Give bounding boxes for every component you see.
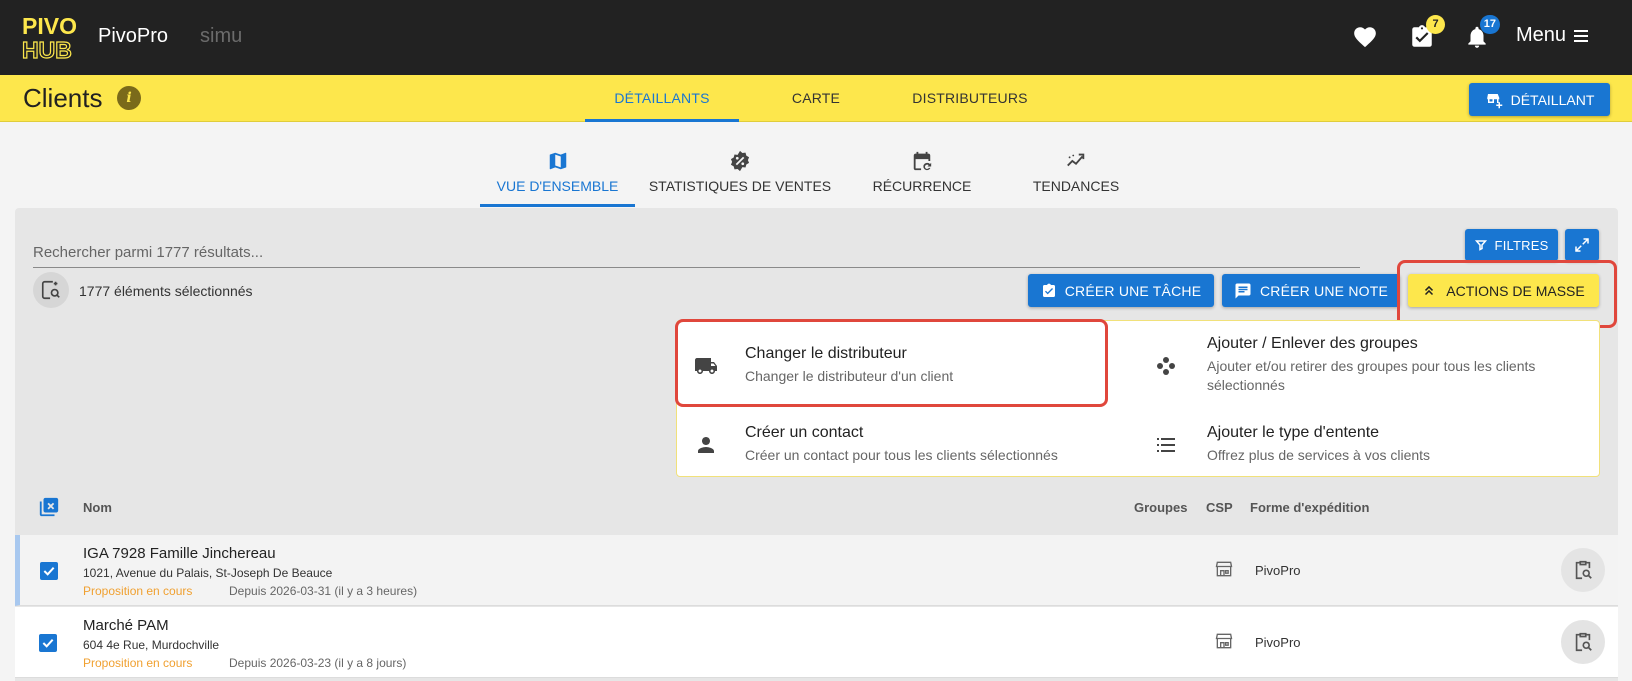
info-icon[interactable]: i bbox=[117, 86, 141, 110]
select-search-icon bbox=[41, 280, 60, 300]
subtab-label: TENDANCES bbox=[1032, 178, 1120, 194]
row-address: 1021, Avenue du Palais, St-Joseph De Bea… bbox=[83, 566, 333, 580]
page-title: Clients bbox=[23, 83, 103, 113]
filter-icon bbox=[1474, 240, 1487, 251]
table-row[interactable]: Marché PAM 604 4e Rue, Murdochville Prop… bbox=[15, 607, 1618, 678]
menu-label: Menu bbox=[1516, 24, 1567, 46]
column-header-name[interactable]: Nom bbox=[83, 500, 112, 515]
row-shipping: PivoPro bbox=[1255, 563, 1301, 578]
truck-icon bbox=[695, 358, 717, 374]
list-icon bbox=[1157, 438, 1175, 452]
chevron-double-up-icon bbox=[1425, 285, 1434, 295]
row-checkbox[interactable] bbox=[40, 562, 58, 580]
hamburger-icon bbox=[1574, 29, 1589, 42]
app-name[interactable]: PivoPro bbox=[98, 25, 168, 48]
calendar-refresh-icon bbox=[913, 151, 932, 171]
checkbox-multiple-x-icon bbox=[39, 497, 59, 517]
heart-icon[interactable] bbox=[1352, 24, 1378, 50]
row-status: Proposition en cours bbox=[83, 656, 193, 670]
column-header-groups[interactable]: Groupes bbox=[1134, 500, 1187, 515]
selected-count-text: 1777 éléments sélectionnés bbox=[79, 283, 253, 299]
clipboard-search-icon bbox=[1575, 632, 1592, 652]
filters-label: FILTRES bbox=[1494, 237, 1549, 253]
tasks-badge: 7 bbox=[1426, 15, 1445, 34]
row-checkbox[interactable] bbox=[39, 634, 57, 652]
mass-actions-menu: Changer le distributeur Changer le distr… bbox=[676, 320, 1600, 477]
subtab-recurrence[interactable]: RÉCURRENCE bbox=[862, 145, 982, 207]
row-status: Proposition en cours bbox=[83, 584, 193, 598]
tasks-button[interactable]: 7 bbox=[1409, 15, 1445, 50]
add-detaillant-label: DÉTAILLANT bbox=[1510, 91, 1595, 108]
add-detaillant-button[interactable]: DÉTAILLANT bbox=[1469, 83, 1610, 116]
check-icon bbox=[42, 638, 54, 648]
create-note-label: CRÉER UNE NOTE bbox=[1259, 282, 1389, 299]
store-plus-icon bbox=[1486, 93, 1502, 108]
filters-button[interactable]: FILTRES bbox=[1465, 229, 1558, 261]
group-dots-icon bbox=[1157, 357, 1175, 375]
subtab-statistiques[interactable]: STATISTIQUES DE VENTES bbox=[646, 145, 834, 207]
map-icon bbox=[549, 152, 566, 170]
check-icon bbox=[43, 566, 55, 576]
row-shipping: PivoPro bbox=[1255, 635, 1301, 650]
create-task-label: CRÉER UNE TÂCHE bbox=[1064, 282, 1202, 299]
column-header-csp[interactable]: CSP bbox=[1206, 500, 1233, 515]
environment-label: simu bbox=[200, 25, 243, 47]
svg-text:PIVO: PIVO bbox=[22, 13, 77, 39]
row-since: Depuis 2026-03-31 (il y a 3 heures) bbox=[229, 584, 418, 598]
menu-button[interactable]: Menu bbox=[1516, 24, 1592, 47]
subtab-label: VUE D'ENSEMBLE bbox=[496, 178, 619, 194]
row-address: 604 4e Rue, Murdochville bbox=[83, 638, 220, 652]
menu-item-title: Ajouter / Enlever des groupes bbox=[1207, 335, 1418, 352]
mass-actions-label: ACTIONS DE MASSE bbox=[1446, 282, 1585, 299]
trend-icon bbox=[1067, 153, 1085, 167]
page-header: Clients i DÉTAILLANTS CARTE DISTRIBUTEUR… bbox=[0, 75, 1632, 122]
row-since: Depuis 2026-03-23 (il y a 8 jours) bbox=[229, 656, 407, 670]
menu-item-subtitle: Créer un contact pour tous les clients s… bbox=[745, 447, 1058, 463]
menu-item-title: Créer un contact bbox=[745, 424, 864, 441]
menu-item-title: Changer le distributeur bbox=[745, 345, 907, 362]
subtab-vue-ensemble[interactable]: VUE D'ENSEMBLE bbox=[480, 145, 635, 207]
search-input[interactable] bbox=[33, 238, 1360, 268]
notifications-badge: 17 bbox=[1479, 15, 1500, 34]
menu-item-subtitle: Ajouter et/ou retirer des groupes pour t… bbox=[1207, 358, 1536, 393]
person-icon bbox=[698, 437, 714, 453]
deselect-all-checkbox[interactable] bbox=[38, 496, 60, 518]
pivohub-logo[interactable]: PIVO HUB bbox=[22, 12, 82, 62]
percent-badge-icon bbox=[730, 150, 750, 172]
note-icon bbox=[1235, 283, 1251, 298]
top-bar: PIVO HUB PivoPro simu 7 17 Menu bbox=[0, 0, 1632, 75]
store-icon bbox=[1215, 561, 1233, 577]
subtab-label: STATISTIQUES DE VENTES bbox=[648, 178, 832, 194]
expand-icon bbox=[1575, 238, 1589, 252]
tab-detaillants[interactable]: DÉTAILLANTS bbox=[585, 75, 739, 122]
notifications-button[interactable]: 17 bbox=[1464, 15, 1500, 50]
clipboard-search-icon bbox=[1575, 560, 1592, 580]
store-icon bbox=[1215, 633, 1233, 649]
row-view-button[interactable] bbox=[1561, 620, 1605, 664]
fullscreen-button[interactable] bbox=[1565, 229, 1599, 261]
tab-carte[interactable]: CARTE bbox=[772, 75, 860, 122]
column-header-shipping[interactable]: Forme d'expédition bbox=[1250, 500, 1369, 515]
row-client-name[interactable]: IGA 7928 Famille Jinchereau bbox=[83, 545, 276, 562]
subtab-label: RÉCURRENCE bbox=[872, 178, 972, 194]
svg-text:HUB: HUB bbox=[22, 37, 72, 62]
row-client-name[interactable]: Marché PAM bbox=[83, 617, 169, 634]
tab-distributeurs[interactable]: DISTRIBUTEURS bbox=[898, 75, 1042, 122]
mass-actions-button[interactable]: ACTIONS DE MASSE bbox=[1408, 274, 1599, 307]
table-row[interactable]: IGA 7928 Famille Jinchereau 1021, Avenue… bbox=[15, 535, 1618, 606]
create-note-button[interactable]: CRÉER UNE NOTE bbox=[1222, 274, 1400, 307]
subtab-tendances[interactable]: TENDANCES bbox=[1018, 145, 1134, 207]
create-task-button[interactable]: CRÉER UNE TÂCHE bbox=[1028, 274, 1214, 307]
clipboard-check-icon bbox=[1042, 283, 1055, 297]
menu-item-title: Ajouter le type d'entente bbox=[1207, 424, 1380, 441]
menu-item-subtitle: Offrez plus de services à vos clients bbox=[1207, 447, 1431, 463]
selection-toggle[interactable] bbox=[33, 272, 69, 308]
menu-item-subtitle: Changer le distributeur d'un client bbox=[745, 368, 954, 384]
row-view-button[interactable] bbox=[1561, 548, 1605, 592]
